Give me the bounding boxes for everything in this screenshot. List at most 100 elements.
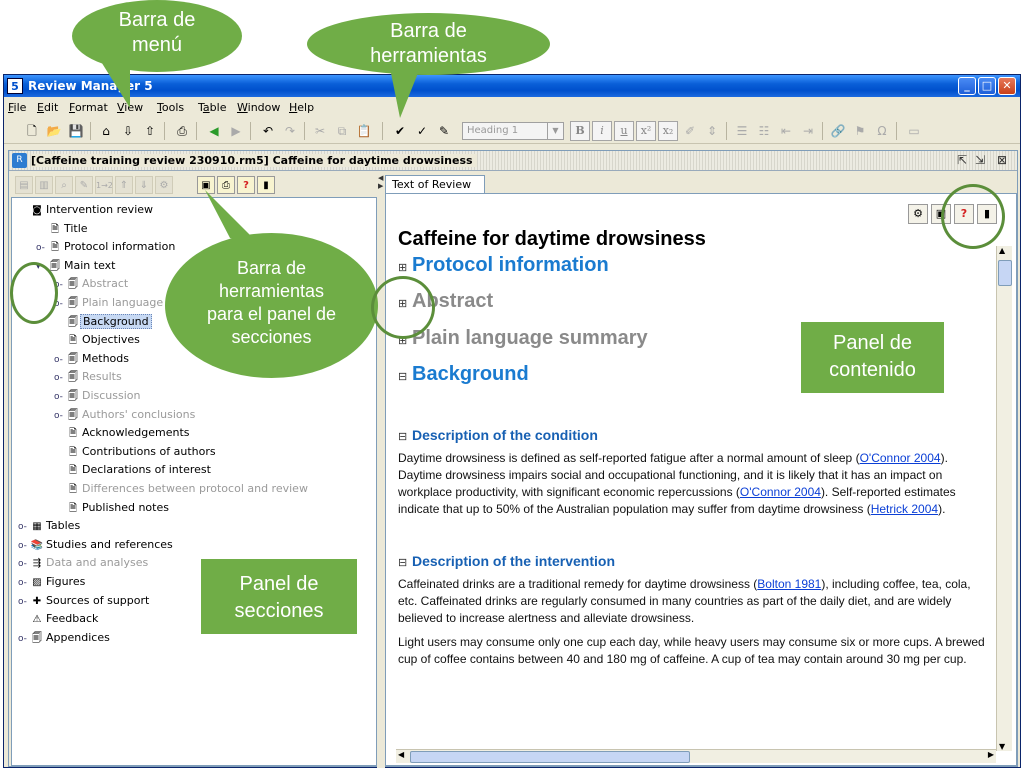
scroll-down-icon[interactable]: ▼ [999, 742, 1005, 751]
heading-background[interactable]: ⊟ Background [398, 363, 529, 386]
book-icon[interactable]: ▮ [257, 176, 275, 194]
collapse-icon[interactable]: ⊟ [398, 556, 412, 569]
scroll-up-icon[interactable]: ▲ [999, 246, 1005, 255]
scroll-right-icon[interactable]: ▶ [988, 750, 994, 759]
help-icon[interactable]: ? [237, 176, 255, 194]
expander-icon[interactable]: o- [54, 370, 66, 386]
paste-icon[interactable]: 📋 [354, 121, 374, 141]
menu-tools[interactable]: Tools [157, 101, 184, 114]
home-icon[interactable]: ⌂ [96, 121, 116, 141]
tree-item-declarations-of-interest[interactable]: 🗎 Declarations of interest [54, 462, 213, 478]
maximize-icon[interactable]: ⇲ [975, 153, 985, 167]
properties-icon[interactable]: ⚙ [155, 176, 173, 194]
renumber-icon[interactable]: 1→2 [95, 176, 113, 194]
menu-table[interactable]: Table [198, 101, 226, 114]
tree-item-published-notes[interactable]: 🗎 Published notes [54, 500, 171, 516]
tree-item-figures[interactable]: o- ▨ Figures [18, 574, 87, 590]
table-insert-icon[interactable]: ▭ [904, 121, 924, 141]
vertical-scrollbar[interactable]: ▲ ▼ [996, 246, 1012, 751]
document-title-bar[interactable]: R [Caffeine training review 230910.rm5] … [9, 151, 1017, 171]
expand-icon[interactable]: ⊞ [398, 261, 412, 274]
menu-file[interactable]: File [8, 101, 26, 114]
highlight-icon[interactable]: ✎ [434, 121, 454, 141]
tree-item-objectives[interactable]: 🗎 Objectives [54, 332, 142, 348]
bookmark-icon[interactable]: ⚑ [850, 121, 870, 141]
expander-icon[interactable]: o- [54, 408, 66, 424]
edit-section-icon[interactable]: ✎ [75, 176, 93, 194]
line-height-icon[interactable]: ⇕ [702, 121, 722, 141]
tree-item-differences-between-protocol-and-review[interactable]: 🗎 Differences between protocol and review [54, 481, 310, 497]
citation-link[interactable]: Hetrick 2004 [871, 502, 938, 516]
bold-button[interactable]: B [570, 121, 590, 141]
paragraph-consumption[interactable]: Light users may consume only one cup eac… [398, 634, 992, 668]
expander-icon[interactable]: o- [18, 594, 30, 610]
italic-button[interactable]: i [592, 121, 612, 141]
tree-item-title[interactable]: 🗎 Title [36, 221, 90, 237]
horizontal-scrollbar[interactable]: ◀ ▶ [396, 749, 996, 763]
maximize-button[interactable]: □ [978, 77, 996, 95]
tree-item-acknowledgements[interactable]: 🗎 Acknowledgements [54, 425, 192, 441]
menu-format[interactable]: Format [69, 101, 108, 114]
expander-icon[interactable]: o- [18, 519, 30, 535]
tab-text-of-review[interactable]: Text of Review [385, 175, 485, 193]
tree-item-tables[interactable]: o- ▦ Tables [18, 518, 82, 534]
tree-item-abstract[interactable]: o- 🗐 Abstract [54, 276, 130, 292]
tree-item-feedback[interactable]: ⚠ Feedback [18, 611, 100, 627]
heading-protocol-information[interactable]: ⊞ Protocol information [398, 254, 609, 277]
note-icon[interactable]: ▣ [197, 176, 215, 194]
minimize-button[interactable]: _ [958, 77, 976, 95]
save-icon[interactable]: 💾 [66, 121, 86, 141]
expander-icon[interactable]: o- [54, 352, 66, 368]
panel-splitter[interactable]: ◀ ▶ [377, 173, 385, 768]
citation-link[interactable]: O'Connor 2004 [860, 451, 941, 465]
expander-icon[interactable]: o- [54, 389, 66, 405]
delete-section-icon[interactable]: ▥ [35, 176, 53, 194]
expander-icon[interactable]: o- [18, 556, 30, 572]
back-arrow-icon[interactable]: ◀ [204, 121, 224, 141]
restore-icon[interactable]: ⇱ [957, 153, 967, 167]
menu-edit[interactable]: Edit [37, 101, 58, 114]
special-character-icon[interactable]: Ω [872, 121, 892, 141]
numbered-list-icon[interactable]: ☷ [754, 121, 774, 141]
citation-link[interactable]: Bolton 1981 [757, 577, 821, 591]
expander-icon[interactable]: o- [18, 575, 30, 591]
settings-icon[interactable]: ⚙ [908, 204, 928, 224]
print-icon[interactable]: ⎙ [172, 121, 192, 141]
print-icon[interactable]: ⎙ [217, 176, 235, 194]
subheading-description-of-intervention[interactable]: ⊟ Description of the intervention [398, 553, 615, 569]
scroll-thumb[interactable] [410, 751, 690, 763]
scroll-thumb[interactable] [998, 260, 1012, 286]
tree-item-background[interactable]: 🗐 Background [54, 313, 152, 330]
expander-icon[interactable]: o- [18, 631, 30, 647]
upload-icon[interactable]: ⇧ [140, 121, 160, 141]
collapse-icon[interactable]: ⊟ [398, 370, 412, 383]
tree-item-contributions-of-authors[interactable]: 🗎 Contributions of authors [54, 444, 218, 460]
underline-button[interactable]: u [614, 121, 634, 141]
menu-view[interactable]: View [117, 101, 143, 114]
tree-item-appendices[interactable]: o- 🗐 Appendices [18, 630, 112, 646]
tree-item-authors-conclusions[interactable]: o- 🗐 Authors' conclusions [54, 407, 197, 423]
paragraph-condition[interactable]: Daytime drowsiness is defined as self-re… [398, 450, 992, 518]
tree-item-protocol-information[interactable]: o- 🗎 Protocol information [36, 239, 177, 255]
find-icon[interactable]: ⌕ [55, 176, 73, 194]
expander-icon[interactable]: o- [36, 240, 48, 256]
tree-item-methods[interactable]: o- 🗐 Methods [54, 351, 131, 367]
close-button[interactable]: ✕ [998, 77, 1016, 95]
tree-item-results[interactable]: o- 🗐 Results [54, 369, 124, 385]
new-file-icon[interactable]: 🗋 [22, 121, 42, 141]
copy-icon[interactable]: ⧉ [332, 121, 352, 141]
tree-item-sources-of-support[interactable]: o- ✚ Sources of support [18, 593, 151, 609]
forward-arrow-icon[interactable]: ▶ [226, 121, 246, 141]
menu-help[interactable]: Help [289, 101, 314, 114]
tree-item-discussion[interactable]: o- 🗐 Discussion [54, 388, 143, 404]
paragraph-style-select[interactable]: Heading 1 ▼ [462, 122, 564, 140]
open-folder-icon[interactable]: 📂 [44, 121, 64, 141]
title-bar[interactable]: 5 Review Manager 5 _ □ ✕ [4, 75, 1020, 97]
scroll-left-icon[interactable]: ◀ [398, 750, 404, 759]
superscript-button[interactable]: x² [636, 121, 656, 141]
redo-icon[interactable]: ↷ [280, 121, 300, 141]
expander-icon[interactable]: o- [18, 538, 30, 554]
outdent-icon[interactable]: ⇤ [776, 121, 796, 141]
menu-window[interactable]: Window [237, 101, 280, 114]
collapse-icon[interactable]: ⊟ [398, 430, 412, 443]
